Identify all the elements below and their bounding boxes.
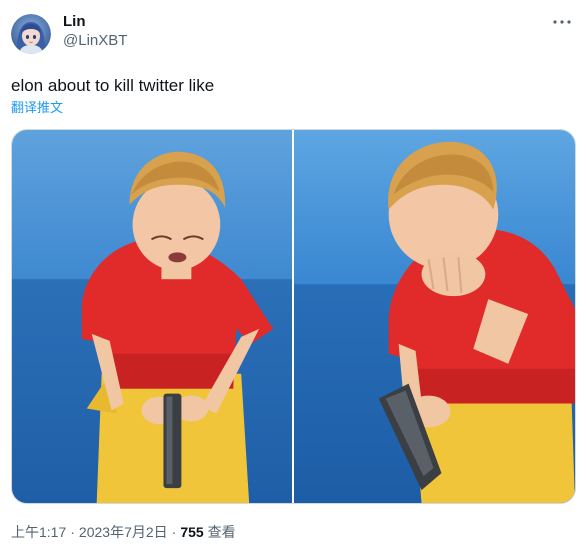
translate-tweet-link[interactable]: 翻译推文 [11, 100, 63, 116]
tweet-header: Lin @LinXBT [11, 12, 127, 54]
anime-avatar-icon [11, 14, 51, 54]
photo-right[interactable] [294, 130, 575, 503]
tweet-meta: 上午1:17 · 2023年7月2日 · 755 查看 [11, 523, 236, 541]
photo-left[interactable] [12, 130, 292, 503]
views-label: 查看 [207, 524, 236, 540]
tweet-date[interactable]: 2023年7月2日 [79, 523, 168, 541]
meta-separator: · [70, 524, 75, 540]
views-count: 755 [180, 524, 204, 540]
author-names: Lin @LinXBT [63, 12, 127, 51]
tweet-card: Lin @LinXBT elon about to kill twitter l… [0, 0, 586, 549]
avatar[interactable] [11, 14, 51, 54]
more-dots-icon [553, 20, 571, 24]
tweet-media [11, 129, 576, 504]
tweet-text: elon about to kill twitter like [11, 76, 215, 95]
author-handle[interactable]: @LinXBT [63, 31, 127, 51]
more-options-button[interactable] [552, 16, 572, 28]
photo-right-image [294, 130, 575, 503]
photo-left-image [12, 130, 292, 503]
author-display-name[interactable]: Lin [63, 12, 127, 31]
tweet-time[interactable]: 上午1:17 [11, 523, 66, 541]
meta-separator: · [171, 524, 177, 540]
